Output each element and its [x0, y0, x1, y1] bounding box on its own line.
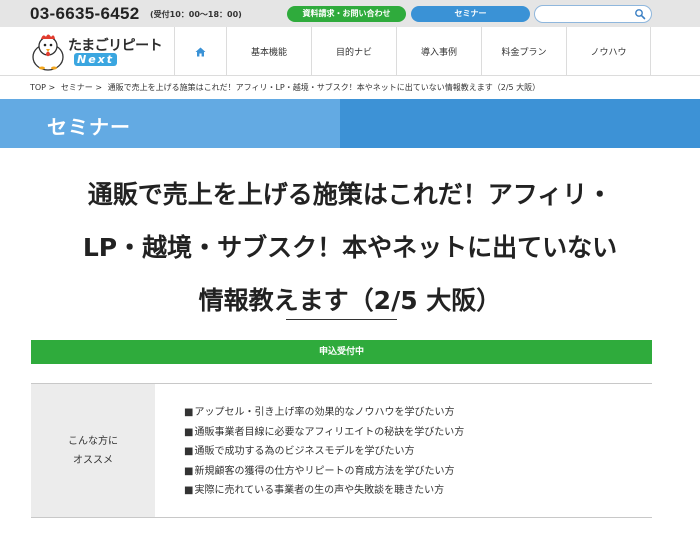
page-title-line: LP・越境・サブスク！本やネットに出ていない — [82, 233, 618, 262]
search-icon[interactable] — [634, 8, 646, 20]
site-logo[interactable]: たまごリピート Next — [30, 32, 170, 72]
top-utility-bar: 03-6635-6452 (受付10：00〜18：00) 資料請求・お問い合わせ… — [0, 0, 700, 27]
recommend-heading-line: オススメ — [73, 454, 113, 466]
nav-item-features[interactable]: 基本機能 — [226, 27, 311, 76]
status-badge: 申込受付中 — [31, 340, 652, 364]
list-item: 通販事業者目線に必要なアフィリエイトの秘訣を学びたい方 — [184, 423, 464, 443]
breadcrumb-seminar[interactable]: セミナー > — [61, 83, 102, 92]
page-title-line: 通販で売上を上げる施策はこれだ！アフィリ・ — [87, 180, 613, 209]
breadcrumb-current: 通販で売上を上げる施策はこれだ！アフィリ・LP・越境・サブスク！本やネットに出て… — [107, 83, 541, 92]
list-item: 実際に売れている事業者の生の声や失敗談を聴きたい方 — [184, 481, 464, 501]
main-nav: 基本機能 目的ナビ 導入事例 料金プラン ノウハウ — [174, 27, 651, 76]
section-title: セミナー — [47, 115, 131, 139]
home-icon — [195, 47, 206, 56]
nav-item-purpose-navi[interactable]: 目的ナビ — [311, 27, 396, 76]
list-item: アップセル・引き上げ率の効果的なノウハウを学びたい方 — [184, 403, 464, 423]
recommend-list: アップセル・引き上げ率の効果的なノウハウを学びたい方 通販事業者目線に必要なアフ… — [184, 403, 464, 501]
section-title-band: セミナー — [0, 99, 700, 148]
list-item: 新規顧客の獲得の仕方やリピートの育成方法を学びたい方 — [184, 462, 464, 482]
breadcrumb: TOP > セミナー > 通販で売上を上げる施策はこれだ！アフィリ・LP・越境・… — [30, 82, 543, 93]
list-item: 通販で成功する為のビジネスモデルを学びたい方 — [184, 442, 464, 462]
recommend-heading: こんな方に オススメ — [31, 384, 155, 517]
seminar-button[interactable]: セミナー — [411, 6, 530, 22]
recommend-heading-line: こんな方に — [68, 435, 118, 447]
logo-next-badge: Next — [74, 53, 118, 66]
site-header: たまごリピート Next 基本機能 目的ナビ 導入事例 料金プラン ノウハウ — [0, 27, 700, 76]
nav-item-pricing[interactable]: 料金プラン — [481, 27, 566, 76]
title-divider — [286, 319, 397, 320]
contact-button[interactable]: 資料請求・お問い合わせ — [287, 6, 406, 22]
recommend-table: こんな方に オススメ アップセル・引き上げ率の効果的なノウハウを学びたい方 通販… — [31, 383, 652, 518]
phone-number: 03-6635-6452 — [30, 4, 140, 23]
chicken-logo-icon — [32, 34, 64, 71]
page-title: 通販で売上を上げる施策はこれだ！アフィリ・ LP・越境・サブスク！本やネットに出… — [0, 168, 700, 327]
logo-text: たまごリピート — [68, 38, 163, 54]
search-input[interactable] — [534, 5, 652, 23]
nav-item-case-studies[interactable]: 導入事例 — [396, 27, 481, 76]
nav-item-knowhow[interactable]: ノウハウ — [566, 27, 651, 76]
nav-home[interactable] — [174, 27, 226, 76]
breadcrumb-top[interactable]: TOP > — [30, 83, 55, 92]
business-hours: (受付10：00〜18：00) — [150, 10, 242, 19]
